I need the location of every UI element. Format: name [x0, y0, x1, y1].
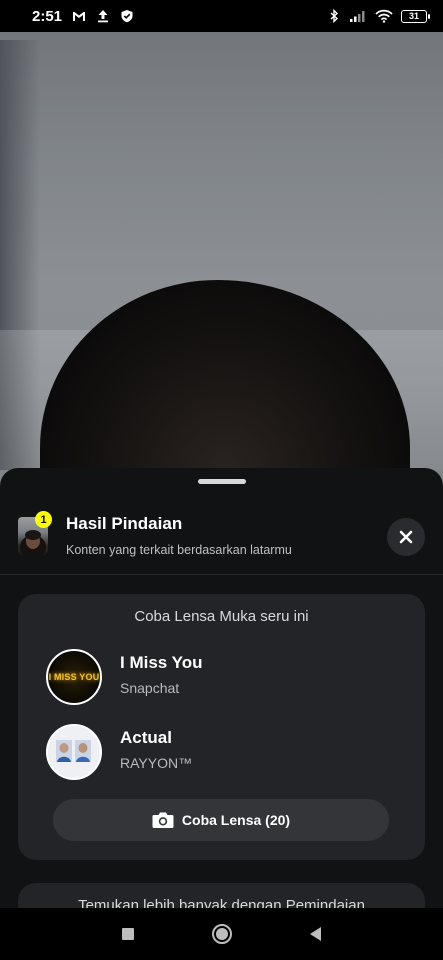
lens-creator: Snapchat [120, 680, 180, 696]
scan-count-badge: 1 [35, 511, 52, 528]
back-icon[interactable] [309, 926, 323, 942]
upload-icon [98, 10, 109, 23]
try-lens-button[interactable]: Coba Lensa (20) [53, 799, 389, 841]
navigation-bar [0, 908, 443, 960]
face-lens-card-title: Coba Lensa Muka seru ini [134, 608, 309, 625]
i-miss-you-lens-icon: I MISS YOU [46, 649, 102, 705]
sheet-subtitle: Konten yang terkait berdasarkan latarmu [66, 543, 292, 557]
lens-item-i-miss-you[interactable]: I MISS YOU I Miss You Snapchat [46, 649, 406, 705]
sheet-header: 1 Hasil Pindaian Konten yang terkait ber… [0, 508, 443, 572]
battery-level: 31 [408, 11, 419, 21]
actual-lens-artwork [48, 726, 99, 777]
close-icon [399, 530, 413, 544]
bluetooth-icon [330, 9, 339, 23]
sheet-title: Hasil Pindaian [66, 514, 183, 533]
lens-name: Actual [120, 728, 172, 747]
gmail-icon [73, 12, 86, 21]
try-lens-label: Coba Lensa (20) [181, 812, 291, 828]
face-lens-card: Coba Lensa Muka seru ini I MISS YOU I Mi… [18, 594, 425, 860]
recents-icon[interactable] [121, 927, 135, 941]
scan-results-sheet: 1 Hasil Pindaian Konten yang terkait ber… [0, 468, 443, 908]
status-time: 2:51 [32, 7, 63, 25]
lens-name: I Miss You [120, 653, 203, 672]
battery-icon: 31 [401, 9, 430, 23]
status-bar: 2:51 31 [0, 0, 443, 32]
signal-icon [350, 11, 365, 22]
lens-creator: RAYYON™ [120, 755, 193, 771]
camera-icon [152, 812, 174, 828]
lens-icon-text: I MISS YOU [48, 672, 100, 682]
lens-item-actual[interactable]: Actual RAYYON™ [46, 724, 406, 780]
drag-handle[interactable] [198, 479, 246, 484]
discover-more-title: Temukan lebih banyak dengan Pemindaian [78, 897, 365, 908]
header-divider [0, 574, 443, 575]
discover-more-card[interactable]: Temukan lebih banyak dengan Pemindaian [18, 883, 425, 908]
home-icon[interactable] [211, 923, 233, 945]
actual-lens-icon [46, 724, 102, 780]
shield-check-icon [121, 10, 133, 23]
wifi-icon [375, 9, 393, 23]
camera-preview [0, 0, 443, 520]
close-button[interactable] [387, 518, 425, 556]
